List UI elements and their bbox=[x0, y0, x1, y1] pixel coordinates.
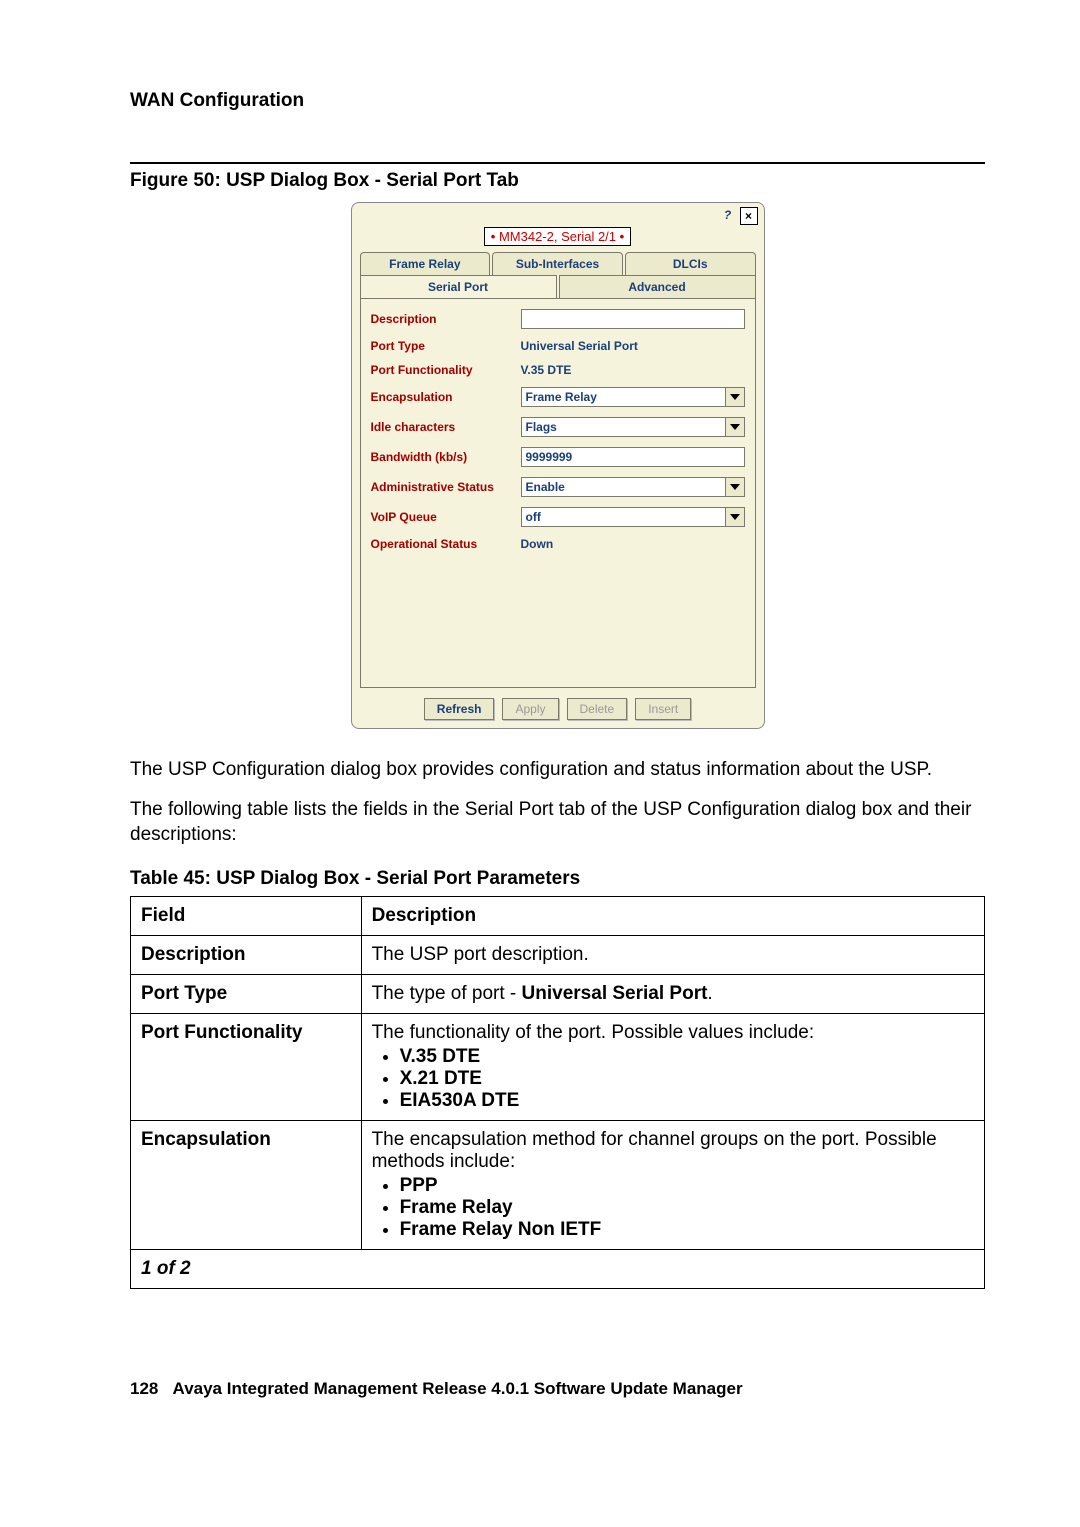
table-pager: 1 of 2 bbox=[131, 1249, 985, 1288]
delete-button[interactable]: Delete bbox=[567, 698, 628, 720]
title-name: MM342-2, Serial 2/1 bbox=[499, 229, 616, 244]
footer-page-number: 128 bbox=[130, 1379, 158, 1398]
table-caption: Table 45: USP Dialog Box - Serial Port P… bbox=[130, 868, 985, 890]
bullet-list: V.35 DTE X.21 DTE EIA530A DTE bbox=[400, 1046, 974, 1112]
cell-desc-post: . bbox=[707, 983, 712, 1004]
table-row: Port Type The type of port - Universal S… bbox=[131, 974, 985, 1013]
table-row: Port Functionality The functionality of … bbox=[131, 1013, 985, 1120]
chevron-down-icon[interactable] bbox=[725, 388, 744, 406]
label-admin-status: Administrative Status bbox=[371, 480, 521, 494]
cell-desc-bold: Universal Serial Port bbox=[522, 983, 708, 1004]
form-area: Description Port Type Universal Serial P… bbox=[360, 298, 756, 688]
close-icon[interactable]: × bbox=[740, 207, 758, 225]
insert-button[interactable]: Insert bbox=[635, 698, 691, 720]
tab-row-1: Frame Relay Sub-Interfaces DLCIs bbox=[360, 252, 756, 275]
input-description[interactable] bbox=[521, 309, 745, 329]
label-port-functionality: Port Functionality bbox=[371, 363, 521, 377]
combo-encapsulation-value: Frame Relay bbox=[522, 388, 725, 406]
tab-dlcis[interactable]: DLCIs bbox=[625, 252, 756, 275]
cell-field: Port Functionality bbox=[141, 1022, 303, 1043]
combo-idle-characters[interactable]: Flags bbox=[521, 417, 745, 437]
title-anim-left: • bbox=[491, 229, 496, 244]
combo-voip-queue[interactable]: off bbox=[521, 507, 745, 527]
cell-desc: The type of port - Universal Serial Port… bbox=[361, 974, 984, 1013]
input-bandwidth[interactable] bbox=[521, 447, 745, 467]
paragraph-1: The USP Configuration dialog box provide… bbox=[130, 757, 985, 783]
chevron-down-icon[interactable] bbox=[725, 418, 744, 436]
section-heading: WAN Configuration bbox=[130, 90, 985, 112]
tab-sub-interfaces[interactable]: Sub-Interfaces bbox=[492, 252, 623, 275]
label-idle-characters: Idle characters bbox=[371, 420, 521, 434]
bullet-item: X.21 DTE bbox=[400, 1068, 974, 1090]
tab-frame-relay[interactable]: Frame Relay bbox=[360, 252, 491, 275]
refresh-button[interactable]: Refresh bbox=[424, 698, 495, 720]
dialog-title-row: • MM342-2, Serial 2/1 • bbox=[352, 227, 764, 246]
label-oper-status: Operational Status bbox=[371, 537, 521, 551]
combo-idle-characters-value: Flags bbox=[522, 418, 725, 436]
figure-caption: Figure 50: USP Dialog Box - Serial Port … bbox=[130, 170, 985, 192]
value-oper-status: Down bbox=[521, 537, 745, 551]
bullet-item: V.35 DTE bbox=[400, 1046, 974, 1068]
combo-encapsulation[interactable]: Frame Relay bbox=[521, 387, 745, 407]
apply-button[interactable]: Apply bbox=[502, 698, 558, 720]
combo-voip-queue-value: off bbox=[522, 508, 725, 526]
dialog-wrap: ? × • MM342-2, Serial 2/1 • Frame Relay … bbox=[130, 202, 985, 729]
bullet-item: Frame Relay Non IETF bbox=[400, 1219, 974, 1241]
label-port-type: Port Type bbox=[371, 339, 521, 353]
value-port-functionality: V.35 DTE bbox=[521, 363, 745, 377]
dialog-button-row: Refresh Apply Delete Insert bbox=[352, 698, 764, 720]
cell-desc: The functionality of the port. Possible … bbox=[361, 1013, 984, 1120]
th-description: Description bbox=[361, 896, 984, 935]
table-row: Encapsulation The encapsulation method f… bbox=[131, 1120, 985, 1249]
cell-desc: The encapsulation method for channel gro… bbox=[361, 1120, 984, 1249]
cell-field: Encapsulation bbox=[141, 1129, 271, 1150]
tab-row-2: Serial Port Advanced bbox=[360, 275, 756, 298]
th-field: Field bbox=[131, 896, 362, 935]
cell-field: Port Type bbox=[141, 983, 227, 1004]
help-icon[interactable]: ? bbox=[720, 207, 736, 223]
bullet-item: Frame Relay bbox=[400, 1197, 974, 1219]
cell-desc-pre: The type of port - bbox=[372, 983, 522, 1004]
value-port-type: Universal Serial Port bbox=[521, 339, 745, 353]
title-anim-right: • bbox=[620, 229, 625, 244]
chevron-down-icon[interactable] bbox=[725, 478, 744, 496]
bullet-item: EIA530A DTE bbox=[400, 1090, 974, 1112]
cell-field: Description bbox=[141, 944, 246, 965]
dialog-titlebar: ? × bbox=[352, 203, 764, 227]
cell-desc-text: The functionality of the port. Possible … bbox=[372, 1022, 974, 1044]
dialog-title: • MM342-2, Serial 2/1 • bbox=[484, 227, 631, 246]
tab-serial-port[interactable]: Serial Port bbox=[360, 275, 557, 298]
combo-admin-status[interactable]: Enable bbox=[521, 477, 745, 497]
label-description: Description bbox=[371, 312, 521, 326]
label-encapsulation: Encapsulation bbox=[371, 390, 521, 404]
tab-advanced[interactable]: Advanced bbox=[559, 275, 756, 298]
bullet-list: PPP Frame Relay Frame Relay Non IETF bbox=[400, 1175, 974, 1241]
usp-dialog: ? × • MM342-2, Serial 2/1 • Frame Relay … bbox=[351, 202, 765, 729]
page-footer: 128 Avaya Integrated Management Release … bbox=[130, 1379, 985, 1399]
parameters-table: Field Description Description The USP po… bbox=[130, 896, 985, 1289]
bullet-item: PPP bbox=[400, 1175, 974, 1197]
cell-desc: The USP port description. bbox=[361, 935, 984, 974]
cell-desc-text: The encapsulation method for channel gro… bbox=[372, 1129, 974, 1173]
table-pager-row: 1 of 2 bbox=[131, 1249, 985, 1288]
table-row: Description The USP port description. bbox=[131, 935, 985, 974]
paragraph-2: The following table lists the fields in … bbox=[130, 797, 985, 848]
chevron-down-icon[interactable] bbox=[725, 508, 744, 526]
rule bbox=[130, 162, 985, 164]
footer-text: Avaya Integrated Management Release 4.0.… bbox=[173, 1379, 743, 1398]
label-bandwidth: Bandwidth (kb/s) bbox=[371, 450, 521, 464]
label-voip-queue: VoIP Queue bbox=[371, 510, 521, 524]
table-header-row: Field Description bbox=[131, 896, 985, 935]
combo-admin-status-value: Enable bbox=[522, 478, 725, 496]
